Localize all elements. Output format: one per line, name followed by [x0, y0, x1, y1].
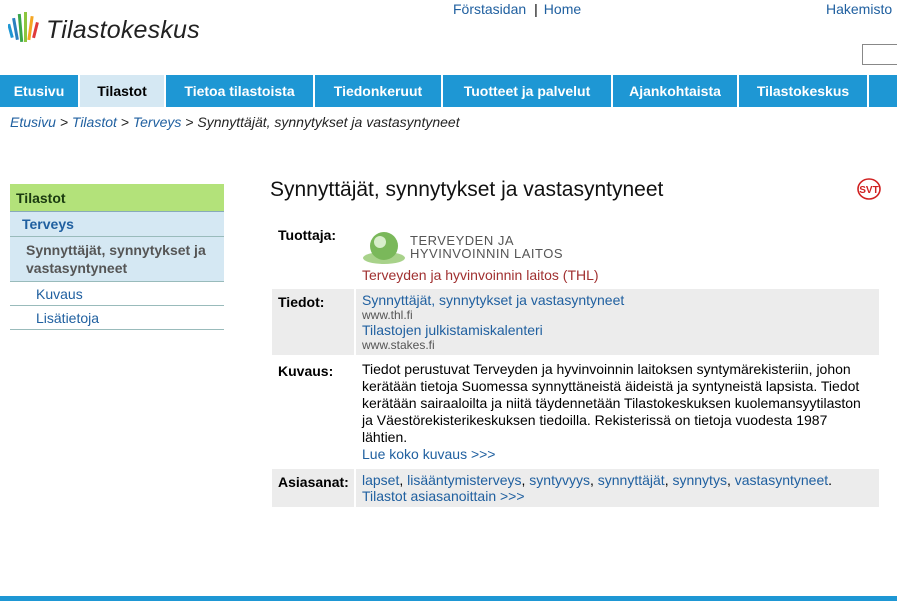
description-value: Tiedot perustuvat Terveyden ja hyvinvoin… [356, 358, 879, 466]
keywords-value: lapset, lisääntymisterveys, syntyvyys, s… [356, 469, 879, 507]
data-label: Tiedot: [272, 289, 354, 355]
breadcrumb-current: Synnyttäjät, synnytykset ja vastasyntyne… [197, 114, 460, 130]
keywords-label: Asiasanat: [272, 469, 354, 507]
data-value: Synnyttäjät, synnytykset ja vastasyntyne… [356, 289, 879, 355]
toplinks-separator: | [534, 1, 538, 17]
sidebar-item-current-statistic[interactable]: Synnyttäjät, synnytykset ja vastasyntyne… [10, 237, 224, 282]
svt-badge-icon[interactable]: SVT [857, 178, 881, 200]
tilastokeskus-logo-icon [8, 12, 39, 43]
nav-etusivu[interactable]: Etusivu [0, 75, 80, 107]
keyword-link[interactable]: synnytys [672, 472, 726, 488]
sidebar: Tilastot Terveys Synnyttäjät, synnytykse… [10, 184, 224, 330]
breadcrumb-separator: > [59, 114, 68, 130]
breadcrumb-separator: > [185, 114, 194, 130]
keyword-link[interactable]: lapset [362, 472, 399, 488]
row-description: Kuvaus: Tiedot perustuvat Terveyden ja h… [272, 358, 879, 466]
site-logo[interactable]: Tilastokeskus [8, 10, 200, 50]
description-more-link[interactable]: Lue koko kuvaus >>> [362, 446, 496, 462]
nav-tilastokeskus[interactable]: Tilastokeskus [739, 75, 869, 107]
thl-logo-text: TERVEYDEN JA HYVINVOINNIN LAITOS [410, 234, 563, 260]
data-link-calendar[interactable]: Tilastojen julkistamiskalenteri [362, 322, 543, 338]
search-input[interactable] [862, 44, 897, 65]
producer-name-link[interactable]: Terveyden ja hyvinvoinnin laitos (THL) [362, 267, 599, 283]
top-links: Förstasidan | Home [453, 1, 581, 17]
keywords-more-link[interactable]: Tilastot asiasanoittain >>> [362, 488, 525, 504]
breadcrumb-separator: > [120, 114, 129, 130]
footer-bar [0, 596, 897, 601]
data-link-url: www.stakes.fi [362, 338, 435, 352]
row-producer: Tuottaja: TERVEYDEN JA HYVINVOINNIN LAIT… [272, 222, 879, 286]
nav-tietoa-tilastoista[interactable]: Tietoa tilastoista [166, 75, 315, 107]
keyword-link[interactable]: synnyttäjät [598, 472, 665, 488]
nav-tiedonkeruut[interactable]: Tiedonkeruut [315, 75, 443, 107]
link-home[interactable]: Home [544, 1, 581, 17]
keyword-link[interactable]: lisääntymisterveys [407, 472, 521, 488]
producer-label: Tuottaja: [278, 227, 337, 243]
breadcrumb: Etusivu > Tilastot > Terveys > Synnyttäj… [10, 114, 460, 130]
thl-logo[interactable]: TERVEYDEN JA HYVINVOINNIN LAITOS [362, 227, 873, 267]
statistic-info-table: Tuottaja: TERVEYDEN JA HYVINVOINNIN LAIT… [272, 222, 879, 510]
svt-badge-text: SVT [859, 185, 878, 196]
main-nav: Etusivu Tilastot Tietoa tilastoista Tied… [0, 75, 897, 107]
breadcrumb-etusivu[interactable]: Etusivu [10, 114, 56, 130]
data-link-statistic[interactable]: Synnyttäjät, synnytykset ja vastasyntyne… [362, 292, 624, 308]
sidebar-item-terveys[interactable]: Terveys [10, 212, 224, 237]
row-keywords: Asiasanat: lapset, lisääntymisterveys, s… [272, 469, 879, 507]
keyword-link[interactable]: vastasyntyneet [735, 472, 828, 488]
nav-tilastot[interactable]: Tilastot [80, 75, 166, 107]
nav-ajankohtaista[interactable]: Ajankohtaista [613, 75, 739, 107]
thl-logo-icon [363, 232, 405, 264]
sidebar-item-tilastot[interactable]: Tilastot [10, 184, 224, 212]
sidebar-item-lisatietoja[interactable]: Lisätietoja [10, 306, 224, 330]
breadcrumb-terveys[interactable]: Terveys [133, 114, 182, 130]
link-forstasidan[interactable]: Förstasidan [453, 1, 526, 17]
page-title: Synnyttäjät, synnytykset ja vastasyntyne… [270, 178, 664, 201]
thl-logo-line2: HYVINVOINNIN LAITOS [410, 246, 564, 261]
breadcrumb-tilastot[interactable]: Tilastot [72, 114, 117, 130]
row-data: Tiedot: Synnyttäjät, synnytykset ja vast… [272, 289, 879, 355]
logo-text: Tilastokeskus [46, 15, 200, 44]
sidebar-item-kuvaus[interactable]: Kuvaus [10, 282, 224, 306]
producer-value: TERVEYDEN JA HYVINVOINNIN LAITOS Terveyd… [356, 222, 879, 286]
description-text: Tiedot perustuvat Terveyden ja hyvinvoin… [362, 361, 861, 445]
data-link-url: www.thl.fi [362, 308, 413, 322]
description-label: Kuvaus: [278, 363, 334, 379]
nav-tuotteet-ja-palvelut[interactable]: Tuotteet ja palvelut [443, 75, 613, 107]
keyword-link[interactable]: syntyvyys [529, 472, 590, 488]
link-hakemisto[interactable]: Hakemisto [826, 1, 892, 17]
